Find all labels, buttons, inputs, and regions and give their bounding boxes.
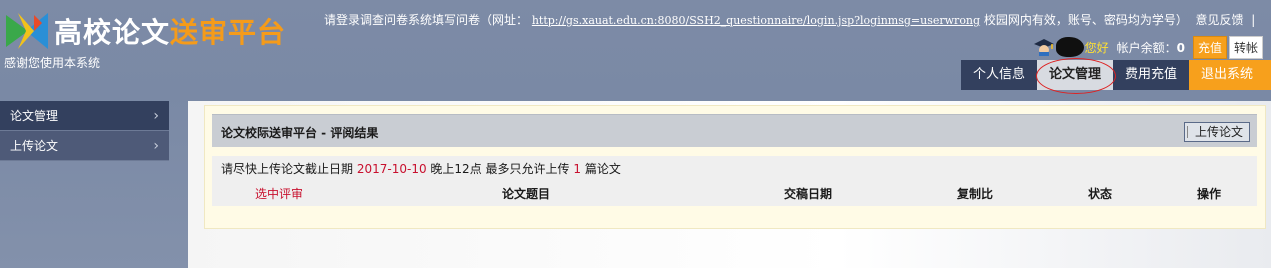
col-select-review[interactable]: 选中评审 (255, 185, 303, 202)
table-header-row: 选中评审 论文题目 交稿日期 复制比 状态 操作 (212, 185, 1257, 203)
account-bar: 您好 帐户余额：0 充值 转帐 (1033, 35, 1263, 59)
feedback-link[interactable]: 意见反馈 (1196, 13, 1244, 27)
logo-text-white: 高校论文 (54, 16, 171, 49)
deadline-suffix: 篇论文 (584, 162, 621, 176)
transfer-button[interactable]: 转帐 (1228, 35, 1263, 59)
deadline-notice: 请尽快上传论文截止日期 2017-10-10 晚上12点 最多只允许上传 1 篇… (221, 160, 621, 177)
papers-table: 请尽快上传论文截止日期 2017-10-10 晚上12点 最多只允许上传 1 篇… (212, 156, 1257, 206)
nav-logout[interactable]: 退出系统 (1188, 60, 1271, 90)
sidebar-item-label: 上传论文 (10, 139, 59, 153)
nav-paper-management[interactable]: 论文管理 (1035, 58, 1116, 94)
deadline-date: 2017-10-10 (356, 162, 427, 176)
greeting-text: 您好 (1084, 40, 1109, 55)
header: 高校论文送审平台 感谢您使用本系统 请登录调查问卷系统填写问卷（网址： http… (0, 0, 1271, 100)
main-content: 论文校际送审平台 - 评阅结果 上传论文 请尽快上传论文截止日期 2017-10… (188, 101, 1271, 268)
header-separator: | (1251, 13, 1256, 27)
balance-value: 0 (1176, 40, 1185, 55)
charge-button[interactable]: 充值 (1192, 35, 1227, 59)
deadline-prefix: 请尽快上传论文截止日期 (221, 162, 354, 176)
chevron-right-icon: › (153, 108, 159, 124)
balance-label-text: 帐户余额： (1116, 40, 1177, 55)
nav-fee-recharge[interactable]: 费用充值 (1112, 60, 1189, 90)
deadline-count: 1 (573, 162, 581, 176)
logo-icon (6, 13, 48, 49)
survey-notice: 请登录调查问卷系统填写问卷（网址： http://gs.xauat.edu.cn… (324, 11, 1255, 28)
notice-suffix: 校园网内有效，账号、密码均为学号） (983, 13, 1188, 27)
sidebar-item-upload-paper[interactable]: 上传论文 › (0, 131, 169, 161)
top-nav: 个人信息 论文管理 费用充值 退出系统 (960, 58, 1271, 94)
col-similarity: 复制比 (957, 187, 994, 201)
sidebar: 论文管理 › 上传论文 › (0, 101, 169, 161)
balance-label: 帐户余额：0 (1117, 39, 1185, 56)
page-title: 论文校际送审平台 - 评阅结果 (221, 126, 379, 140)
deadline-mid: 晚上12点 最多只允许上传 (430, 162, 570, 176)
col-submit-date: 交稿日期 (784, 187, 833, 201)
redacted-username (1055, 37, 1084, 57)
sidebar-item-paper-management[interactable]: 论文管理 › (0, 101, 169, 131)
results-panel: 论文校际送审平台 - 评阅结果 上传论文 请尽快上传论文截止日期 2017-10… (204, 105, 1266, 229)
sidebar-item-label: 论文管理 (10, 109, 59, 123)
site-logo[interactable]: 高校论文送审平台 (4, 10, 286, 52)
logo-text-orange: 送审平台 (170, 16, 287, 49)
chevron-right-icon: › (153, 138, 159, 154)
col-paper-title: 论文题目 (502, 187, 551, 201)
panel-header: 论文校际送审平台 - 评阅结果 上传论文 (212, 114, 1257, 147)
logo-text: 高校论文送审平台 (54, 11, 286, 51)
notice-prefix: 请登录调查问卷系统填写问卷（网址： (324, 13, 529, 27)
col-status: 状态 (1088, 187, 1113, 201)
col-actions: 操作 (1197, 187, 1222, 201)
nav-personal-info[interactable]: 个人信息 (960, 60, 1037, 90)
upload-paper-button[interactable]: 上传论文 (1183, 122, 1250, 142)
graduation-avatar-icon (1033, 39, 1054, 56)
survey-link[interactable]: http://gs.xauat.edu.cn:8080/SSH2_questio… (532, 14, 980, 27)
thanks-text: 感谢您使用本系统 (4, 56, 101, 70)
